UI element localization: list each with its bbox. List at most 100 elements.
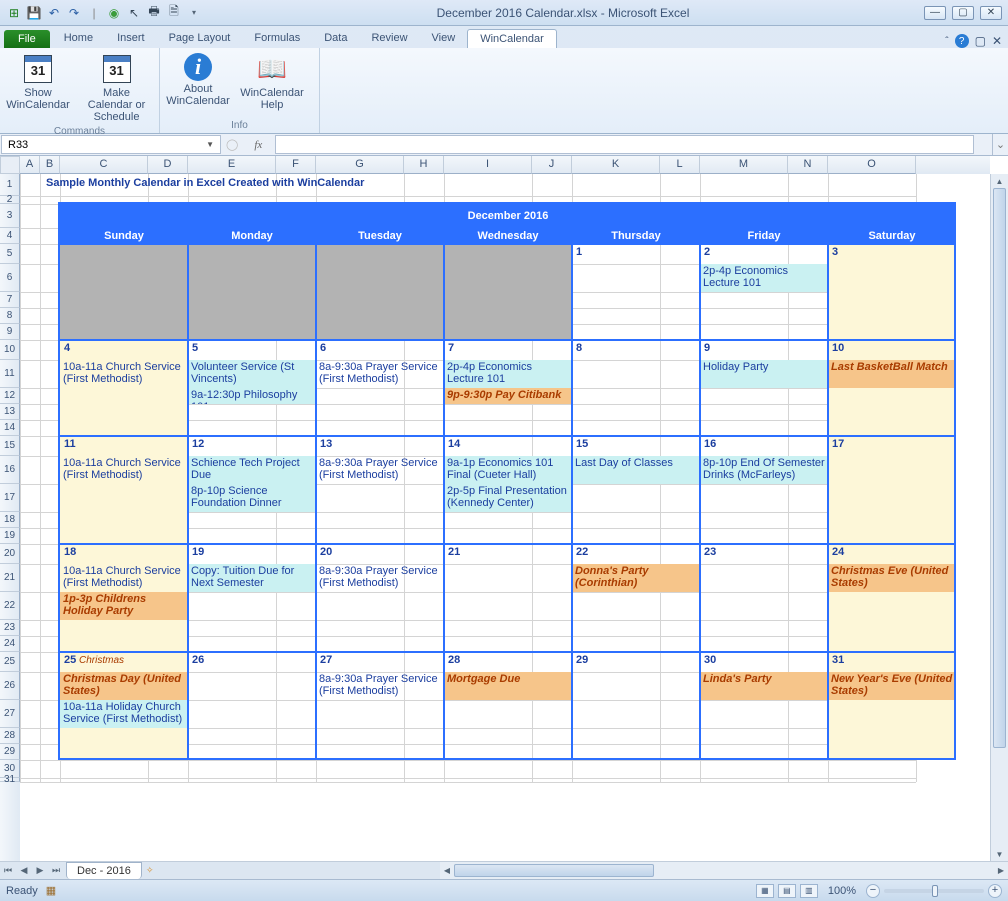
row-header[interactable]: 21 <box>0 564 20 592</box>
view-normal-icon[interactable]: ▦ <box>756 884 774 898</box>
horizontal-scrollbar[interactable]: ◀ ▶ <box>440 861 1008 879</box>
ribbon-minimize-icon[interactable]: ˆ <box>945 36 948 47</box>
row-header[interactable]: 11 <box>0 360 20 388</box>
save-icon[interactable]: 💾 <box>26 5 42 21</box>
column-header[interactable]: M <box>700 156 788 174</box>
print-icon[interactable]: 🖶 <box>146 5 162 21</box>
zoom-out-button[interactable]: − <box>866 884 880 898</box>
minimize-button[interactable]: — <box>924 6 946 20</box>
row-header[interactable]: 28 <box>0 728 20 744</box>
column-header[interactable]: G <box>316 156 404 174</box>
column-header[interactable]: N <box>788 156 828 174</box>
qat-dropdown-icon[interactable]: ▾ <box>186 5 202 21</box>
tab-insert[interactable]: Insert <box>105 29 157 48</box>
row-header[interactable]: 23 <box>0 620 20 636</box>
tab-home[interactable]: Home <box>52 29 105 48</box>
column-header[interactable]: B <box>40 156 60 174</box>
tab-nav-prev-icon[interactable]: ◀ <box>16 865 32 876</box>
row-header[interactable]: 9 <box>0 324 20 340</box>
zoom-slider-knob[interactable] <box>932 885 938 897</box>
scroll-up-icon[interactable]: ▲ <box>991 174 1008 188</box>
close-button[interactable]: ✕ <box>980 6 1002 20</box>
zoom-in-button[interactable]: + <box>988 884 1002 898</box>
tab-review[interactable]: Review <box>359 29 419 48</box>
column-header[interactable]: L <box>660 156 700 174</box>
column-header[interactable]: F <box>276 156 316 174</box>
wincalendar-help-button[interactable]: 📖 WinCalendar Help <box>240 51 304 119</box>
tab-file[interactable]: File <box>4 30 50 48</box>
macro-record-icon[interactable]: ▦ <box>46 884 56 897</box>
row-header[interactable]: 2 <box>0 196 20 204</box>
zoom-level[interactable]: 100% <box>828 885 856 897</box>
help-icon[interactable]: ? <box>955 34 969 48</box>
row-header[interactable]: 5 <box>0 244 20 264</box>
vscroll-thumb[interactable] <box>993 188 1006 748</box>
scroll-left-icon[interactable]: ◀ <box>440 862 454 879</box>
sheet-tab[interactable]: Dec - 2016 <box>66 862 142 879</box>
scroll-down-icon[interactable]: ▼ <box>991 847 1008 861</box>
expand-formula-bar-icon[interactable]: ⌄ <box>992 134 1008 155</box>
tab-view[interactable]: View <box>420 29 468 48</box>
column-header[interactable]: E <box>188 156 276 174</box>
new-sheet-icon[interactable]: ✧ <box>142 865 158 876</box>
row-header[interactable]: 14 <box>0 420 20 436</box>
tab-wincalendar[interactable]: WinCalendar <box>467 29 557 48</box>
tab-page-layout[interactable]: Page Layout <box>157 29 243 48</box>
view-layout-icon[interactable]: ▤ <box>778 884 796 898</box>
row-header[interactable]: 7 <box>0 292 20 308</box>
formula-input[interactable] <box>275 135 974 154</box>
cursor-icon[interactable]: ↖ <box>126 5 142 21</box>
vertical-scrollbar[interactable]: ▲ ▼ <box>990 174 1008 861</box>
about-wincalendar-button[interactable]: i About WinCalendar <box>166 51 230 119</box>
column-header[interactable]: A <box>20 156 40 174</box>
tab-nav-last-icon[interactable]: ⏭ <box>48 865 64 876</box>
row-header[interactable]: 27 <box>0 700 20 728</box>
redo-icon[interactable]: ↷ <box>66 5 82 21</box>
column-header[interactable]: K <box>572 156 660 174</box>
row-header[interactable]: 10 <box>0 340 20 360</box>
row-header[interactable]: 31 <box>0 778 20 782</box>
row-header[interactable]: 24 <box>0 636 20 652</box>
row-header[interactable]: 6 <box>0 264 20 292</box>
name-box[interactable]: R33 ▼ <box>1 135 221 154</box>
maximize-button[interactable]: ▢ <box>952 6 974 20</box>
row-header[interactable]: 16 <box>0 456 20 484</box>
row-header[interactable]: 3 <box>0 204 20 228</box>
globe-icon[interactable]: ◉ <box>106 5 122 21</box>
cell-grid[interactable]: Sample Monthly Calendar in Excel Created… <box>20 174 990 861</box>
row-header[interactable]: 22 <box>0 592 20 620</box>
row-header[interactable]: 15 <box>0 436 20 456</box>
tab-nav-first-icon[interactable]: ⏮ <box>0 865 16 876</box>
preview-icon[interactable]: 🗎 <box>166 5 182 21</box>
row-header[interactable]: 8 <box>0 308 20 324</box>
undo-icon[interactable]: ↶ <box>46 5 62 21</box>
column-header[interactable]: I <box>444 156 532 174</box>
tab-data[interactable]: Data <box>312 29 359 48</box>
hscroll-thumb[interactable] <box>454 864 654 877</box>
tab-formulas[interactable]: Formulas <box>242 29 312 48</box>
row-header[interactable]: 18 <box>0 512 20 528</box>
row-header[interactable]: 12 <box>0 388 20 404</box>
zoom-slider[interactable] <box>884 889 984 893</box>
select-all-button[interactable] <box>0 156 20 174</box>
restore-workbook-icon[interactable]: ▢ <box>975 34 986 48</box>
row-header[interactable]: 29 <box>0 744 20 760</box>
column-header[interactable]: D <box>148 156 188 174</box>
tab-nav-next-icon[interactable]: ▶ <box>32 865 48 876</box>
column-header[interactable]: C <box>60 156 148 174</box>
row-header[interactable]: 25 <box>0 652 20 672</box>
fx-label[interactable]: fx <box>242 134 274 155</box>
row-header[interactable]: 13 <box>0 404 20 420</box>
row-header[interactable]: 20 <box>0 544 20 564</box>
row-header[interactable]: 1 <box>0 174 20 196</box>
column-header[interactable]: J <box>532 156 572 174</box>
name-box-dropdown-icon[interactable]: ▼ <box>206 140 214 149</box>
view-pagebreak-icon[interactable]: ▥ <box>800 884 818 898</box>
make-calendar-button[interactable]: 31 Make Calendar or Schedule <box>80 51 153 125</box>
scroll-right-icon[interactable]: ▶ <box>994 862 1008 879</box>
row-header[interactable]: 26 <box>0 672 20 700</box>
row-header[interactable]: 17 <box>0 484 20 512</box>
column-header[interactable]: H <box>404 156 444 174</box>
row-header[interactable]: 19 <box>0 528 20 544</box>
row-header[interactable]: 4 <box>0 228 20 244</box>
